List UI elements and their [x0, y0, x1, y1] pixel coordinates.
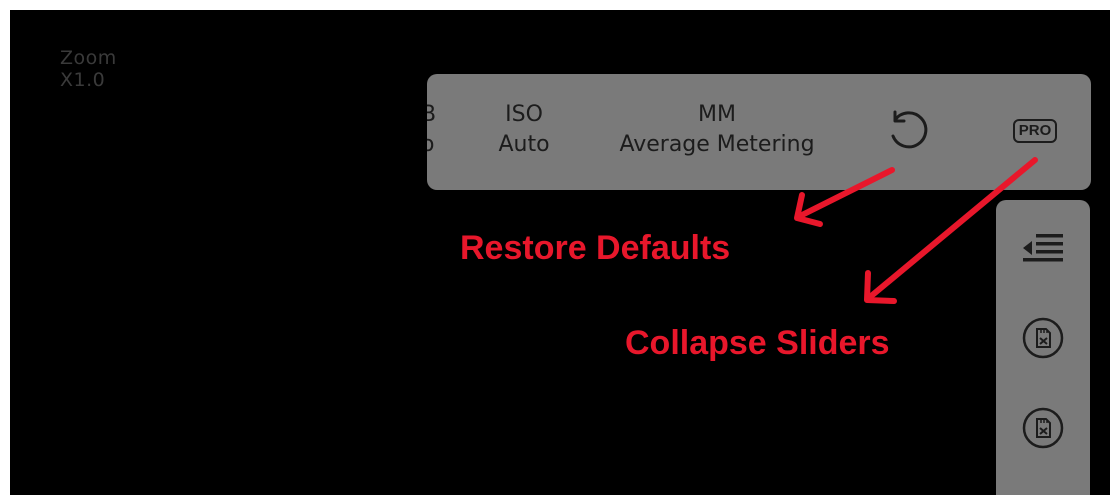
zoom-readout: Zoom X1.0 [60, 47, 117, 91]
restore-defaults-annotation: Restore Defaults [460, 229, 731, 267]
metering-value: Average Metering [619, 132, 815, 157]
partial-setting-label: B [427, 102, 437, 127]
pro-settings-panel: B o ISO Auto MM Average Metering PRO [427, 74, 1091, 190]
partial-setting[interactable]: B o [427, 100, 451, 160]
iso-value: Auto [498, 132, 550, 157]
restore-defaults-button[interactable] [879, 102, 935, 158]
sd-card-x-icon [1022, 407, 1064, 449]
zoom-value: X1.0 [60, 69, 106, 91]
metering-setting[interactable]: MM Average Metering [587, 100, 847, 160]
metering-label: MM [698, 102, 736, 127]
sd-card-button[interactable] [1013, 398, 1073, 458]
iso-label: ISO [505, 102, 543, 127]
restore-rotate-icon [891, 110, 928, 149]
iso-setting[interactable]: ISO Auto [479, 100, 569, 160]
partial-setting-value: o [427, 132, 435, 157]
collapse-sliders-button[interactable] [1013, 218, 1073, 278]
sd-card-button[interactable] [1013, 308, 1073, 368]
side-toolbar [996, 200, 1090, 495]
collapse-sliders-icon [1023, 234, 1063, 262]
pro-toggle-button[interactable]: PRO [1007, 114, 1063, 148]
sd-card-x-icon [1022, 317, 1064, 359]
collapse-sliders-annotation: Collapse Sliders [625, 324, 890, 362]
pro-label: PRO [1012, 119, 1058, 143]
camera-viewfinder[interactable]: Zoom X1.0 B o ISO Auto MM Average Meteri… [10, 10, 1110, 495]
zoom-label: Zoom [60, 47, 117, 69]
